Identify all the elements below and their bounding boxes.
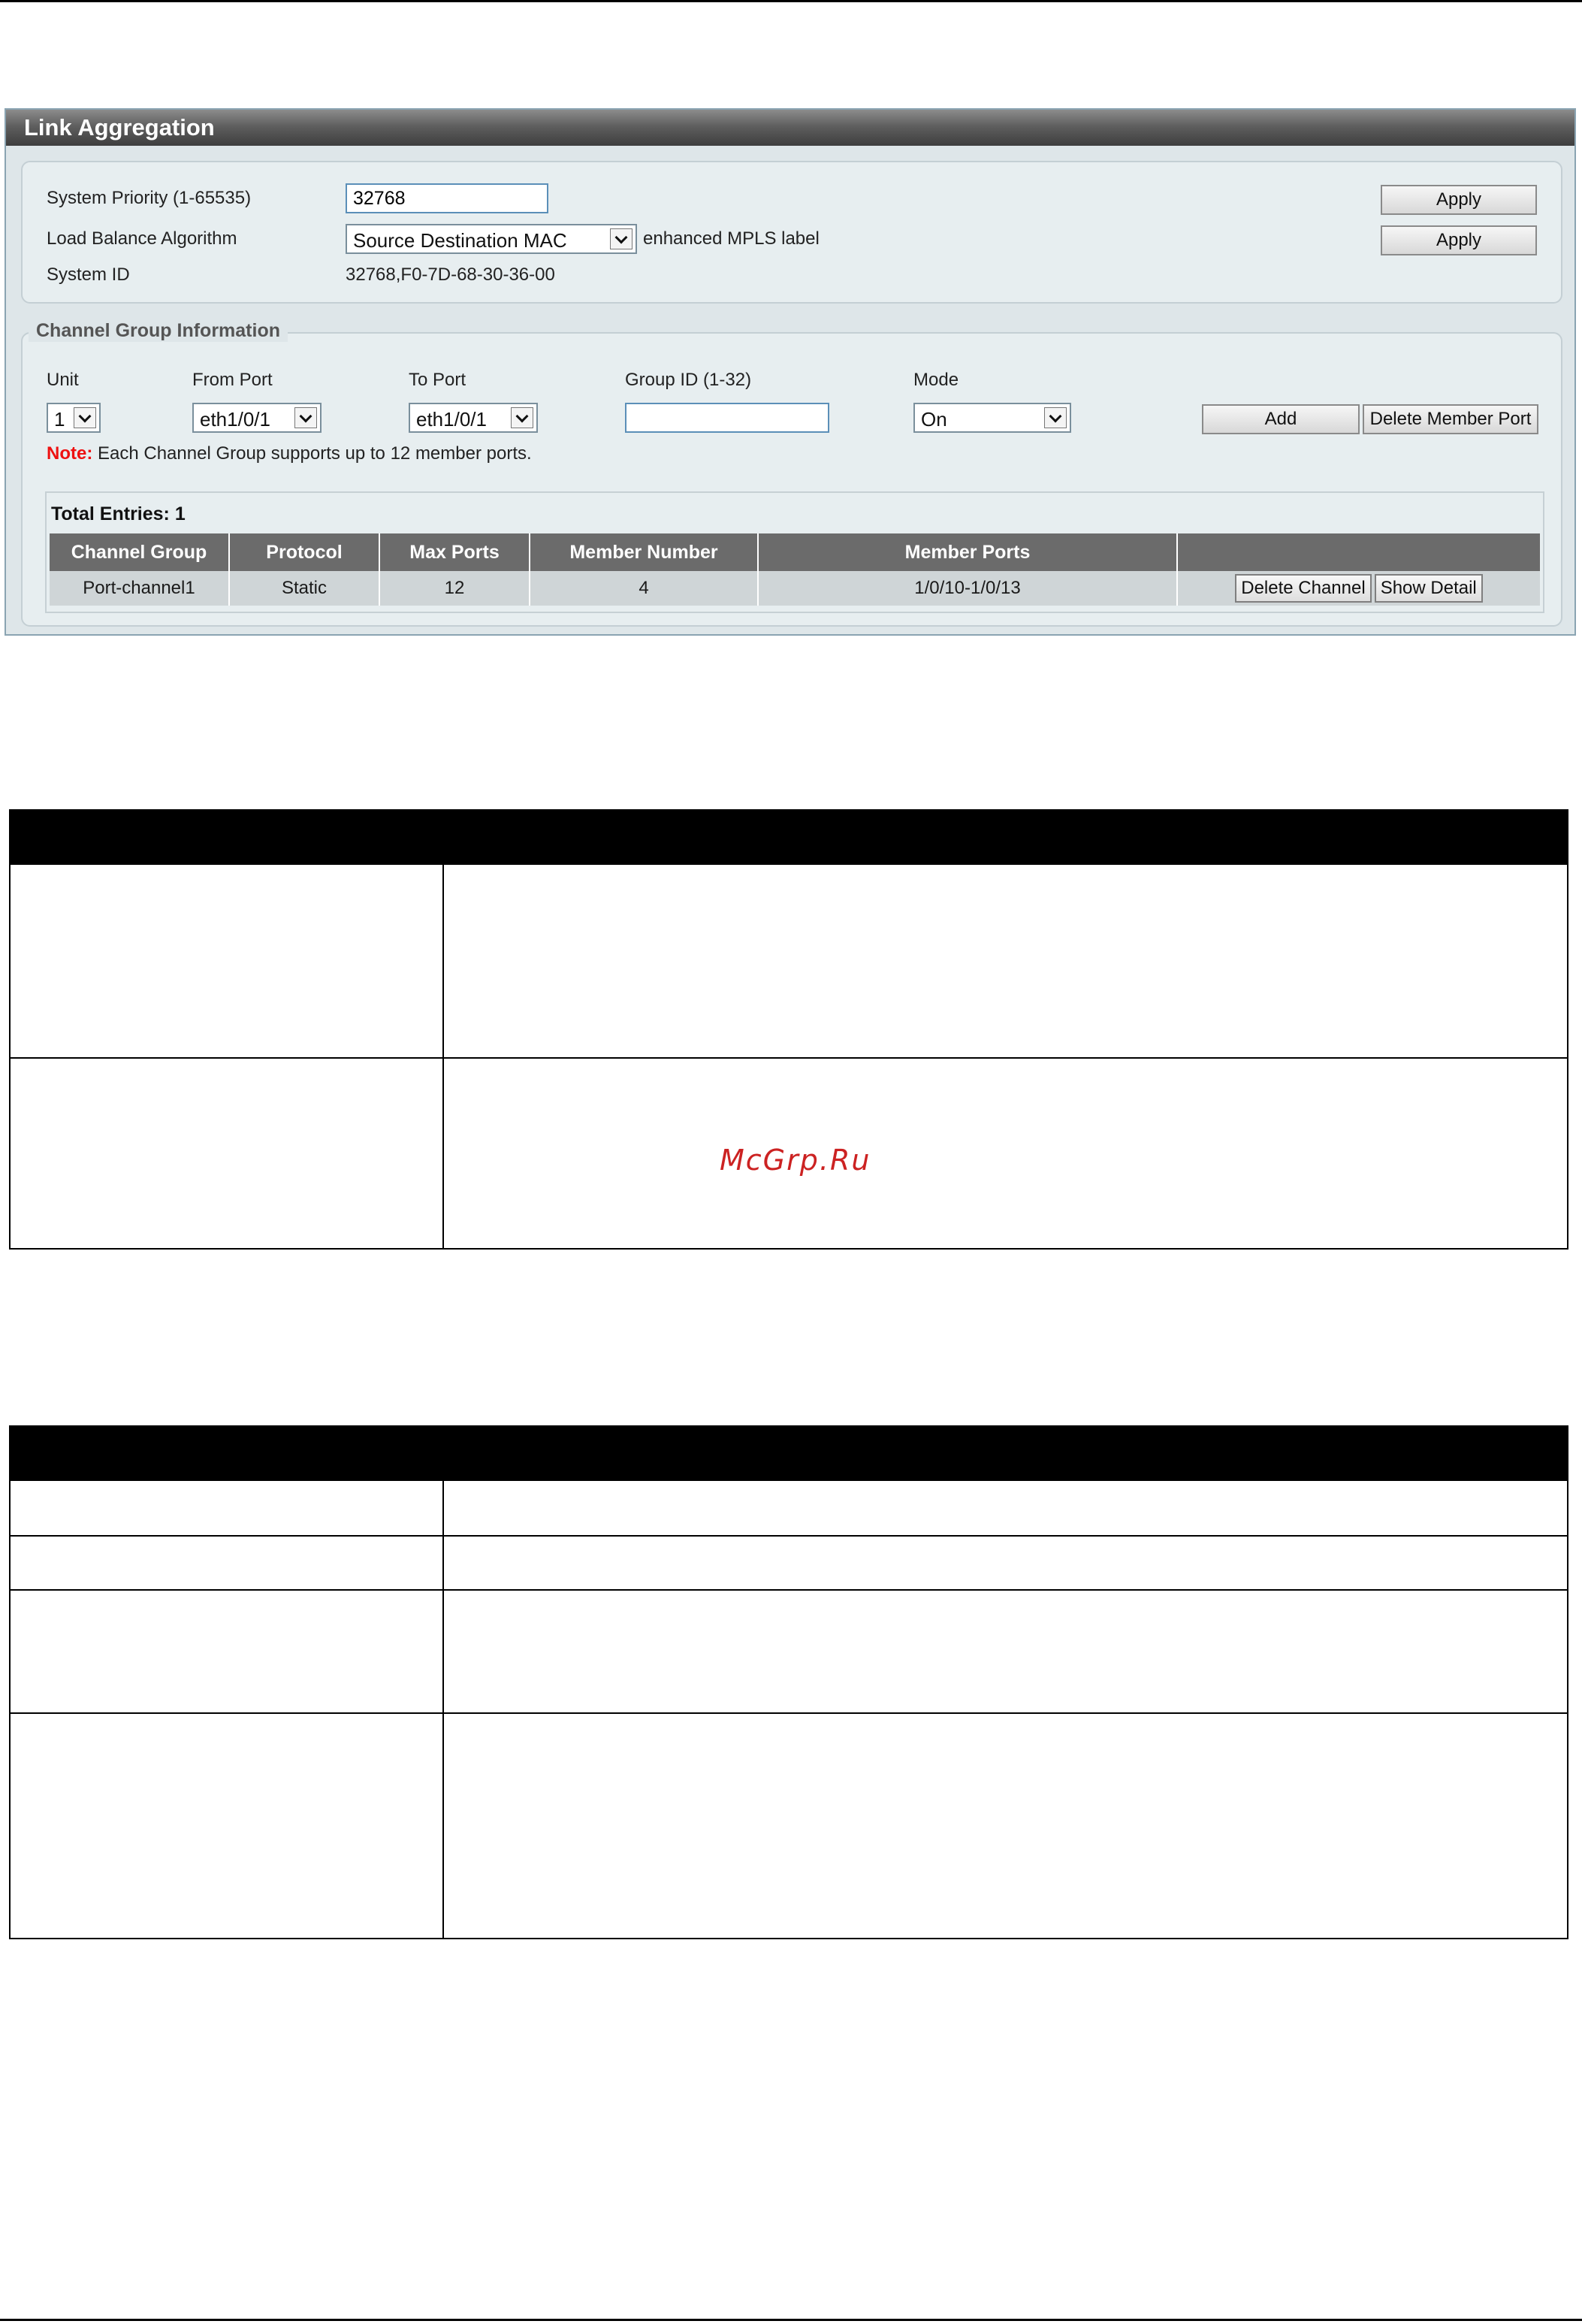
column-header: Channel Group (50, 533, 230, 571)
column-header: Protocol (229, 533, 380, 571)
description-table-1 (9, 809, 1568, 1250)
from-port-select[interactable]: eth1/0/1 (192, 403, 322, 433)
table-row (11, 1535, 1567, 1589)
unit-value: 1 (54, 408, 65, 431)
table-row (11, 1589, 1567, 1712)
bottom-rule (0, 2319, 1582, 2321)
delete-channel-button[interactable]: Delete Channel (1235, 574, 1372, 603)
column-divider (442, 1481, 444, 1938)
show-detail-button[interactable]: Show Detail (1374, 574, 1483, 603)
table-row (11, 1712, 1567, 1939)
column-header: Max Ports (379, 533, 530, 571)
note-prefix: Note: (47, 443, 93, 464)
table-body (9, 863, 1568, 1250)
load-balance-select[interactable]: Source Destination MAC (346, 224, 637, 254)
group-id-input[interactable] (625, 403, 829, 433)
from-port-value: eth1/0/1 (200, 408, 270, 431)
add-button[interactable]: Add (1202, 404, 1360, 434)
mode-value: On (921, 408, 947, 431)
table-body (9, 1479, 1568, 1939)
description-table-2 (9, 1425, 1568, 1939)
load-balance-label: Load Balance Algorithm (47, 228, 237, 249)
mode-label: Mode (913, 370, 959, 390)
system-id-value: 32768,F0-7D-68-30-36-00 (346, 264, 555, 285)
chevron-down-icon (1044, 407, 1067, 428)
chevron-down-icon (511, 407, 533, 428)
table-row: Port-channel1 Static 12 4 1/0/10-1/0/13 … (50, 571, 1540, 606)
chevron-down-icon (294, 407, 317, 428)
cell-actions: Delete Channel Show Detail (1177, 571, 1540, 606)
cell-max-ports: 12 (379, 571, 530, 606)
load-balance-value: Source Destination MAC (353, 229, 567, 252)
unit-select[interactable]: 1 (47, 403, 101, 433)
to-port-value: eth1/0/1 (416, 408, 487, 431)
column-divider (442, 865, 444, 1248)
cell-channel-group: Port-channel1 (50, 571, 230, 606)
system-priority-input[interactable] (346, 183, 548, 213)
channel-group-table: Channel Group Protocol Max Ports Member … (50, 533, 1540, 606)
table-header-bar (9, 1425, 1568, 1479)
to-port-label: To Port (409, 370, 466, 390)
cell-member-number: 4 (530, 571, 759, 606)
top-rule (0, 0, 1582, 2)
chevron-down-icon (610, 228, 632, 249)
table-header-bar (9, 809, 1568, 863)
table-row (11, 1481, 1567, 1535)
watermark-text: McGrp.Ru (720, 1144, 871, 1177)
member-ports-note: Note: Each Channel Group supports up to … (47, 443, 532, 464)
to-port-select[interactable]: eth1/0/1 (409, 403, 538, 433)
column-header (1177, 533, 1540, 571)
note-text: Each Channel Group supports up to 12 mem… (92, 443, 532, 464)
column-header: Member Number (530, 533, 759, 571)
load-balance-extra-text: enhanced MPLS label (643, 228, 820, 249)
mode-select[interactable]: On (913, 403, 1071, 433)
system-priority-label: System Priority (1-65535) (47, 188, 252, 208)
from-port-label: From Port (192, 370, 273, 390)
system-priority-apply-button[interactable]: Apply (1381, 185, 1537, 215)
group-id-label: Group ID (1-32) (625, 370, 752, 390)
cell-protocol: Static (229, 571, 380, 606)
table-header-row: Channel Group Protocol Max Ports Member … (50, 533, 1540, 571)
column-header: Member Ports (758, 533, 1178, 571)
total-entries-label: Total Entries: 1 (51, 503, 186, 524)
system-id-label: System ID (47, 264, 130, 285)
link-aggregation-panel: Link Aggregation System Priority (1-6553… (5, 108, 1576, 636)
channel-group-legend: Channel Group Information (29, 320, 288, 342)
unit-label: Unit (47, 370, 79, 390)
cell-member-ports: 1/0/10-1/0/13 (758, 571, 1178, 606)
entries-box: Total Entries: 1 Channel Group Protocol … (45, 491, 1544, 613)
table-row (11, 865, 1567, 1057)
load-balance-apply-button[interactable]: Apply (1381, 225, 1537, 255)
delete-member-port-button[interactable]: Delete Member Port (1363, 404, 1538, 434)
chevron-down-icon (74, 407, 96, 428)
panel-title: Link Aggregation (6, 110, 1574, 146)
